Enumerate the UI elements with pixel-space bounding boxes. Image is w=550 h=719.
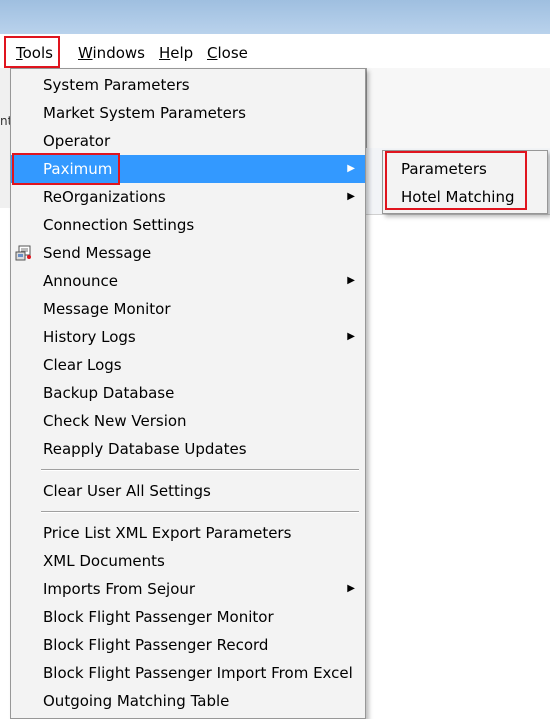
menu-item-announce[interactable]: Announce ▶ <box>11 267 365 295</box>
paximum-annotation-box <box>12 153 120 185</box>
menu-item-block-flight-passenger-monitor[interactable]: Block Flight Passenger Monitor <box>11 603 365 631</box>
menu-item-reapply-database-updates[interactable]: Reapply Database Updates <box>11 435 365 463</box>
window-title-bar <box>0 0 550 34</box>
menu-windows[interactable]: Windows <box>78 43 145 63</box>
send-message-icon <box>15 245 31 261</box>
menu-item-history-logs[interactable]: History Logs ▶ <box>11 323 365 351</box>
menu-item-price-list-xml-export-parameters[interactable]: Price List XML Export Parameters <box>11 519 365 547</box>
submenu-arrow-icon: ▶ <box>347 275 355 286</box>
menu-item-block-flight-passenger-record[interactable]: Block Flight Passenger Record <box>11 631 365 659</box>
menu-item-clear-user-all-settings[interactable]: Clear User All Settings <box>11 477 365 505</box>
menu-item-outgoing-matching-table[interactable]: Outgoing Matching Table <box>11 687 365 715</box>
menu-item-reorganizations[interactable]: ReOrganizations ▶ <box>11 183 365 211</box>
menu-help[interactable]: Help <box>159 43 193 63</box>
menu-item-imports-from-sejour[interactable]: Imports From Sejour ▶ <box>11 575 365 603</box>
submenu-arrow-icon: ▶ <box>347 191 355 202</box>
menu-item-market-system-parameters[interactable]: Market System Parameters <box>11 99 365 127</box>
menu-close[interactable]: Close <box>207 43 248 63</box>
menu-item-send-message[interactable]: Send Message <box>11 239 365 267</box>
submenu-annotation-box <box>385 151 527 210</box>
menu-item-backup-database[interactable]: Backup Database <box>11 379 365 407</box>
submenu-arrow-icon: ▶ <box>347 583 355 594</box>
menu-item-system-parameters[interactable]: System Parameters <box>11 71 365 99</box>
menu-item-check-new-version[interactable]: Check New Version <box>11 407 365 435</box>
menu-bar: Tools Windows Help Close <box>0 34 550 69</box>
submenu-arrow-icon: ▶ <box>347 331 355 342</box>
menu-separator <box>41 469 359 471</box>
menu-item-block-flight-passenger-import-from-excel[interactable]: Block Flight Passenger Import From Excel <box>11 659 365 687</box>
menu-item-xml-documents[interactable]: XML Documents <box>11 547 365 575</box>
submenu-arrow-icon: ▶ <box>347 163 355 174</box>
background-panel <box>366 68 550 148</box>
menu-separator <box>41 511 359 513</box>
menu-item-clear-logs[interactable]: Clear Logs <box>11 351 365 379</box>
menu-item-operator[interactable]: Operator <box>11 127 365 155</box>
menu-item-message-monitor[interactable]: Message Monitor <box>11 295 365 323</box>
menu-item-connection-settings[interactable]: Connection Settings <box>11 211 365 239</box>
tools-annotation-box <box>4 36 60 68</box>
